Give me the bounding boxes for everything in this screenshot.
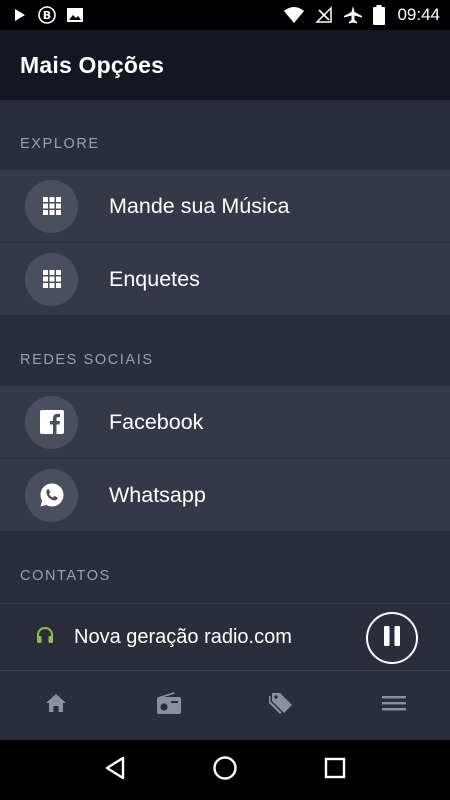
home-icon [45,693,67,718]
radio-icon [156,691,182,720]
no-signal-icon [315,6,333,24]
battery-icon [373,5,386,25]
list-item-label: Facebook [109,409,204,434]
pause-icon [382,625,402,652]
options-list[interactable]: EXPLORE Mande sua Música Enquetes REDES … [0,100,450,603]
list-item-whatsapp[interactable]: Whatsapp [0,459,450,532]
grid-icon [25,252,78,306]
list-item-facebook[interactable]: Facebook [0,386,450,459]
list-item-label: Enquetes [109,266,200,291]
recents-icon [324,757,346,784]
image-icon [66,7,84,23]
list-item-enquetes[interactable]: Enquetes [0,243,450,316]
list-item-label: Mande sua Música [109,193,290,218]
bottom-nav [0,671,450,740]
list-item-label: Whatsapp [109,482,206,507]
bitcoin-icon: B [38,6,56,24]
nav-item-tags[interactable] [225,671,338,740]
grid-icon [25,179,78,233]
app-header: Mais Opções [0,30,450,100]
section-header-redes-sociais: REDES SOCIAIS [20,352,154,368]
section-header-explore: EXPLORE [20,136,100,152]
back-icon [104,756,126,785]
tags-icon [267,690,295,721]
now-playing-title: Nova geração radio.com [74,625,292,648]
whatsapp-icon [25,468,78,522]
nav-item-home[interactable] [0,671,113,740]
status-bar: B 09:44 [0,0,450,30]
play-store-icon [12,7,28,23]
nav-item-radio[interactable] [113,671,226,740]
page-title: Mais Opções [20,51,165,78]
home-circle-icon [212,755,238,786]
now-playing-bar[interactable]: Nova geração radio.com [0,603,450,671]
section-header-contatos: CONTATOS [20,568,111,584]
system-nav-bar [0,740,450,800]
system-home-button[interactable] [195,740,255,800]
pause-button[interactable] [366,612,418,664]
list-item-mande-sua-musica[interactable]: Mande sua Música [0,170,450,243]
airplane-icon [343,5,363,25]
status-time: 09:44 [397,5,440,24]
system-recents-button[interactable] [305,740,365,800]
svg-text:B: B [43,9,51,22]
facebook-icon [25,395,78,449]
menu-icon [381,695,406,716]
nav-item-menu[interactable] [338,671,450,740]
headphones-icon [36,626,54,649]
wifi-icon [283,6,305,24]
system-back-button[interactable] [85,740,145,800]
